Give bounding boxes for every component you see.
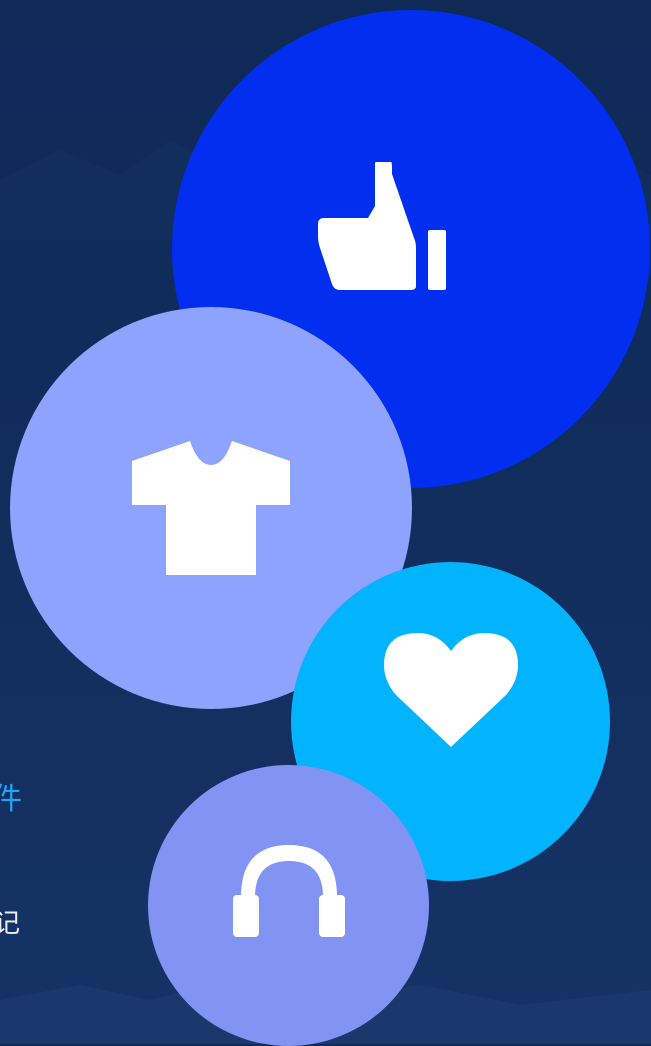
thumbs-up-icon	[318, 162, 446, 290]
partial-label-bottom: 记	[0, 909, 21, 939]
heart-icon	[383, 632, 518, 747]
tshirt-icon	[132, 441, 290, 575]
partial-label-top: 件	[0, 782, 22, 817]
headphones-icon	[232, 844, 345, 937]
headphones-bubble-button[interactable]	[148, 765, 429, 1046]
